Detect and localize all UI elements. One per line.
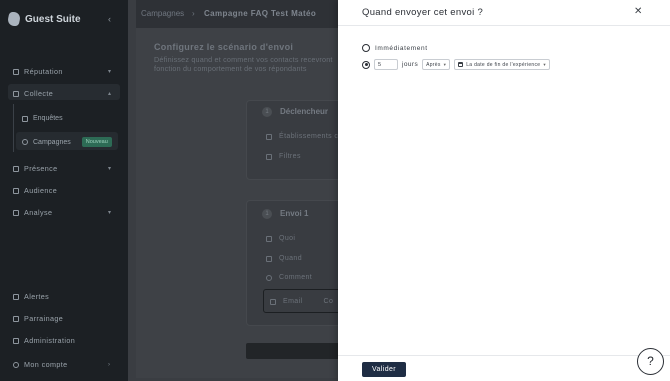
analyse-icon bbox=[13, 209, 19, 216]
option-immediate[interactable]: Immédiatement bbox=[362, 44, 428, 52]
trigger-step-number: 1 bbox=[262, 107, 272, 117]
help-button[interactable]: ? bbox=[637, 348, 664, 375]
modal-title: Quand envoyer cet envoi ? bbox=[362, 7, 484, 18]
sidebar-item-administration[interactable]: Administration bbox=[13, 336, 75, 345]
chevron-down-icon: ▾ bbox=[543, 61, 546, 67]
email-icon bbox=[270, 298, 276, 305]
radio-immediate[interactable] bbox=[362, 44, 370, 52]
option-immediate-label: Immédiatement bbox=[375, 44, 428, 52]
sidebar-item-alertes[interactable]: Alertes bbox=[13, 292, 49, 301]
referral-icon bbox=[13, 315, 19, 322]
channel-extra: Co bbox=[323, 298, 334, 305]
guest-suite-logo-icon bbox=[6, 12, 22, 26]
sidebar-item-label: Présence bbox=[24, 164, 58, 173]
collecte-icon bbox=[13, 90, 19, 97]
relation-select[interactable]: Après ▾ bbox=[422, 59, 451, 70]
audience-icon bbox=[13, 187, 19, 194]
sidebar-item-parrainage[interactable]: Parrainage bbox=[13, 314, 63, 323]
send-step-number: 1 bbox=[262, 209, 272, 219]
building-icon bbox=[266, 133, 272, 140]
row-label: Filtres bbox=[279, 153, 301, 160]
modal-footer-divider bbox=[338, 355, 670, 356]
chevron-down-icon: ▾ bbox=[443, 61, 447, 67]
sidebar-item-audience[interactable]: Audience bbox=[13, 186, 57, 195]
delay-value-input[interactable] bbox=[374, 59, 398, 70]
gear-icon bbox=[13, 337, 19, 344]
reference-select-value: La date de fin de l'expérience bbox=[466, 61, 541, 68]
relation-select-value: Après bbox=[426, 61, 441, 68]
trigger-row-etablissements[interactable]: Établissements c bbox=[266, 133, 338, 140]
sidebar-item-mon-compte[interactable]: Mon compte › bbox=[13, 360, 110, 369]
sidebar-item-label: Mon compte bbox=[24, 360, 68, 369]
sidebar-item-collecte[interactable]: Collecte ▴ bbox=[13, 89, 111, 98]
sidebar-item-reputation[interactable]: Réputation ▾ bbox=[13, 67, 111, 76]
page-description: Définissez quand et comment vos contacts… bbox=[154, 55, 333, 73]
sidebar-item-label: Audience bbox=[24, 186, 58, 195]
new-badge: Nouveau bbox=[81, 137, 112, 147]
filter-icon bbox=[266, 153, 272, 160]
brand-logo[interactable]: Guest Suite bbox=[6, 12, 81, 26]
sidebar-subitem-label: Campagnes bbox=[33, 138, 71, 146]
breadcrumb-separator-icon: › bbox=[192, 9, 195, 18]
survey-icon bbox=[22, 115, 28, 122]
submenu-rail bbox=[13, 104, 14, 152]
message-icon bbox=[266, 235, 272, 242]
sidebar-item-label: Réputation bbox=[24, 67, 63, 76]
brand-name: Guest Suite bbox=[25, 13, 81, 25]
presence-icon bbox=[13, 165, 19, 172]
chevron-down-icon: ▾ bbox=[108, 210, 112, 216]
sidebar-subitem-label: Enquêtes bbox=[33, 115, 63, 122]
sidebar: Guest Suite ‹ Réputation ▾ Collecte ▴ En… bbox=[0, 0, 128, 381]
delay-unit: jours bbox=[402, 61, 419, 68]
reference-select[interactable]: La date de fin de l'expérience ▾ bbox=[454, 59, 550, 70]
bell-icon bbox=[13, 293, 19, 300]
sidebar-item-label: Administration bbox=[24, 336, 76, 345]
row-label: Quoi bbox=[279, 235, 296, 242]
row-label: Établissements c bbox=[279, 133, 339, 140]
sidebar-item-label: Alertes bbox=[24, 292, 50, 301]
chevron-down-icon: ▾ bbox=[108, 166, 112, 172]
trigger-title: Déclencheur bbox=[280, 107, 329, 116]
email-channel[interactable]: Email Co bbox=[270, 298, 333, 305]
modal-header: Quand envoyer cet envoi ? ✕ bbox=[338, 0, 670, 26]
sidebar-item-label: Parrainage bbox=[24, 314, 64, 323]
channel-icon bbox=[266, 274, 272, 281]
chevron-up-icon: ▴ bbox=[108, 91, 112, 97]
page-title: Configurez le scénario d'envoi bbox=[154, 42, 294, 52]
sidebar-item-label: Collecte bbox=[24, 89, 54, 98]
sidebar-item-presence[interactable]: Présence ▾ bbox=[13, 164, 111, 173]
user-icon bbox=[13, 361, 19, 368]
chevron-right-icon: › bbox=[108, 361, 111, 368]
send-row-quoi[interactable]: Quoi bbox=[266, 235, 295, 242]
calendar-icon bbox=[458, 62, 464, 67]
row-label: Quand bbox=[279, 255, 303, 262]
breadcrumb-parent[interactable]: Campagnes bbox=[141, 9, 184, 18]
send-row-quand[interactable]: Quand bbox=[266, 255, 302, 262]
validate-button[interactable]: Valider bbox=[362, 362, 406, 377]
sidebar-item-label: Analyse bbox=[24, 208, 53, 217]
calendar-icon bbox=[266, 255, 272, 262]
sidebar-item-analyse[interactable]: Analyse ▾ bbox=[13, 208, 111, 217]
collapse-sidebar-icon[interactable]: ‹ bbox=[108, 14, 111, 24]
row-label: Comment bbox=[279, 274, 313, 281]
chevron-down-icon: ▾ bbox=[108, 69, 112, 75]
option-delayed[interactable]: jours Après ▾ La date de fin de l'expéri… bbox=[362, 59, 550, 70]
campaign-icon bbox=[22, 139, 28, 145]
send-row-comment[interactable]: Comment bbox=[266, 274, 312, 281]
sidebar-subitem-campagnes[interactable]: Campagnes Nouveau bbox=[22, 137, 112, 147]
bottom-action-button[interactable] bbox=[246, 343, 346, 359]
breadcrumb-current: Campagne FAQ Test Matéo bbox=[204, 9, 317, 18]
channel-label: Email bbox=[283, 298, 303, 305]
reputation-icon bbox=[13, 68, 19, 75]
sidebar-subitem-enquetes[interactable]: Enquêtes bbox=[22, 115, 63, 122]
close-icon[interactable]: ✕ bbox=[634, 6, 642, 17]
send-title: Envoi 1 bbox=[280, 209, 309, 218]
radio-delayed[interactable] bbox=[362, 60, 370, 69]
send-timing-modal: Quand envoyer cet envoi ? ✕ Immédiatemen… bbox=[338, 0, 670, 381]
trigger-row-filtres[interactable]: Filtres bbox=[266, 153, 301, 160]
